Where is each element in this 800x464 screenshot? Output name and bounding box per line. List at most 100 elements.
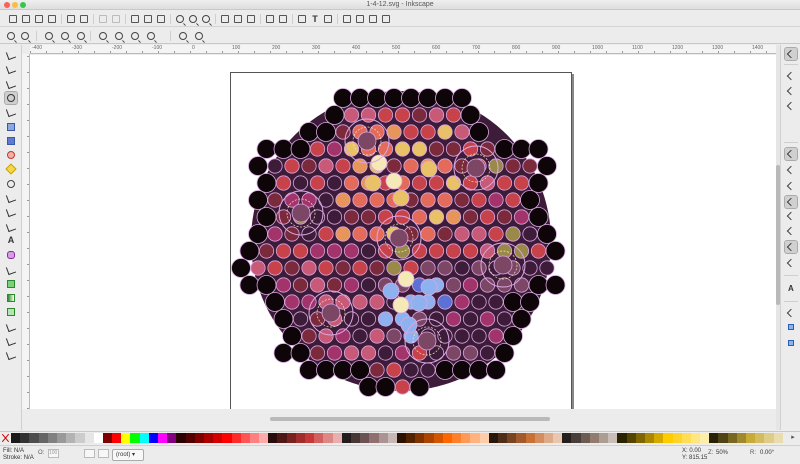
color-swatch[interactable]	[580, 433, 590, 443]
color-swatch[interactable]	[773, 433, 783, 443]
canvas[interactable]	[30, 55, 776, 413]
layer-lock[interactable]	[98, 449, 109, 458]
node-tool[interactable]	[5, 63, 17, 75]
mesh-tool[interactable]	[5, 306, 17, 318]
color-swatch[interactable]	[47, 433, 57, 443]
drawing-artwork[interactable]	[231, 73, 573, 414]
color-swatch[interactable]	[424, 433, 434, 443]
color-swatch[interactable]	[461, 433, 471, 443]
rectangle-tool[interactable]	[5, 121, 17, 133]
color-swatch[interactable]	[387, 433, 397, 443]
color-swatch[interactable]	[617, 433, 627, 443]
color-swatch[interactable]	[553, 433, 563, 443]
color-swatch[interactable]	[75, 433, 85, 443]
redo-icon[interactable]	[111, 14, 121, 24]
color-swatch[interactable]	[718, 433, 728, 443]
rotation-field[interactable]: 0.00°	[760, 450, 774, 456]
text-font-icon[interactable]: T	[310, 14, 320, 24]
import-icon[interactable]	[66, 14, 76, 24]
color-swatch[interactable]	[452, 433, 462, 443]
color-swatch[interactable]	[497, 433, 508, 443]
snap-rotation-center-button[interactable]	[785, 257, 797, 269]
color-swatch[interactable]	[690, 433, 701, 443]
color-swatch[interactable]	[130, 433, 140, 443]
color-swatch[interactable]	[654, 433, 664, 443]
copy-icon[interactable]	[130, 14, 140, 24]
fill-stroke-indicator[interactable]: Fill: N/A Stroke: N/A	[3, 448, 34, 462]
color-swatch[interactable]	[764, 433, 774, 443]
color-swatch[interactable]	[314, 433, 324, 443]
color-swatch[interactable]	[681, 433, 691, 443]
tweak-tool[interactable]	[5, 78, 17, 90]
color-swatch[interactable]	[185, 433, 195, 443]
color-swatch[interactable]	[158, 433, 168, 443]
zoom-out-icon[interactable]	[20, 31, 30, 41]
color-swatch[interactable]	[305, 433, 315, 443]
color-swatch[interactable]	[433, 433, 443, 443]
zoom-selection-icon[interactable]	[98, 31, 108, 41]
fill-stroke-icon[interactable]	[297, 14, 307, 24]
color-swatch[interactable]	[663, 433, 673, 443]
color-swatch[interactable]	[112, 433, 122, 443]
spray-tool[interactable]	[5, 249, 17, 261]
color-swatch[interactable]	[231, 433, 241, 443]
opacity-field[interactable]: 100	[48, 449, 59, 458]
pencil-tool[interactable]	[5, 192, 17, 204]
snap-bounding-box-button[interactable]	[785, 70, 797, 82]
color-swatch[interactable]	[442, 433, 452, 443]
undo-icon[interactable]	[98, 14, 108, 24]
color-swatch[interactable]	[589, 433, 599, 443]
color-swatch[interactable]	[350, 433, 361, 443]
3d-box-tool[interactable]	[5, 135, 17, 147]
zoom-2-1-icon[interactable]	[76, 31, 86, 41]
color-swatch[interactable]	[249, 433, 260, 443]
open-icon[interactable]	[21, 14, 31, 24]
pen-tool[interactable]	[5, 206, 17, 218]
paste-icon[interactable]	[156, 14, 166, 24]
zoom-selection-icon[interactable]	[175, 14, 185, 24]
eraser-tool[interactable]	[5, 264, 17, 276]
color-swatch[interactable]	[194, 433, 204, 443]
snap-bbox-edges-button[interactable]	[785, 85, 797, 97]
layer-toggle[interactable]	[84, 449, 95, 458]
zoom-in-icon[interactable]	[6, 31, 16, 41]
snap-midpoints-button[interactable]	[785, 225, 797, 237]
cut-icon[interactable]	[143, 14, 153, 24]
duplicate-icon[interactable]	[220, 14, 230, 24]
snap-enable-toggle-button[interactable]	[784, 47, 798, 61]
color-swatch[interactable]	[626, 433, 636, 443]
horizontal-ruler[interactable]: -400 -300 -200 -100 0 100 200 300 400 500 600 700 80…	[30, 45, 776, 54]
new-document-icon[interactable]	[8, 14, 18, 24]
horizontal-scrollbar[interactable]	[30, 409, 776, 430]
color-swatch[interactable]	[56, 433, 67, 443]
color-swatch[interactable]	[608, 433, 618, 443]
zoom-1-1-icon[interactable]	[44, 31, 54, 41]
color-swatch[interactable]	[295, 433, 305, 443]
color-swatch[interactable]	[29, 433, 39, 443]
unlink-clone-icon[interactable]	[246, 14, 256, 24]
color-swatch[interactable]	[167, 433, 177, 443]
xml-editor-icon[interactable]	[342, 14, 352, 24]
ungroup-icon[interactable]	[278, 14, 288, 24]
color-swatch[interactable]	[516, 433, 526, 443]
color-swatch[interactable]	[176, 433, 186, 443]
paint-bucket-tool[interactable]	[5, 278, 17, 290]
color-swatch[interactable]	[479, 433, 489, 443]
color-swatch[interactable]	[470, 433, 480, 443]
zoom-next-icon[interactable]	[194, 31, 204, 41]
color-swatch[interactable]	[396, 433, 407, 443]
snap-nodes-button[interactable]	[784, 147, 798, 161]
lpe-tool[interactable]	[5, 349, 17, 361]
color-swatch[interactable]	[599, 433, 609, 443]
color-swatch[interactable]	[11, 433, 21, 443]
zoom-page-icon[interactable]	[201, 14, 211, 24]
color-swatch[interactable]	[562, 433, 572, 443]
layers-icon[interactable]	[323, 14, 333, 24]
color-swatch[interactable]	[406, 433, 416, 443]
color-swatch[interactable]	[507, 433, 517, 443]
snap-text-baseline-button[interactable]: A	[785, 283, 797, 295]
color-swatch[interactable]	[286, 433, 296, 443]
color-swatch[interactable]	[139, 433, 149, 443]
gradient-tool[interactable]	[5, 292, 17, 304]
no-paint-swatch[interactable]	[2, 433, 10, 443]
